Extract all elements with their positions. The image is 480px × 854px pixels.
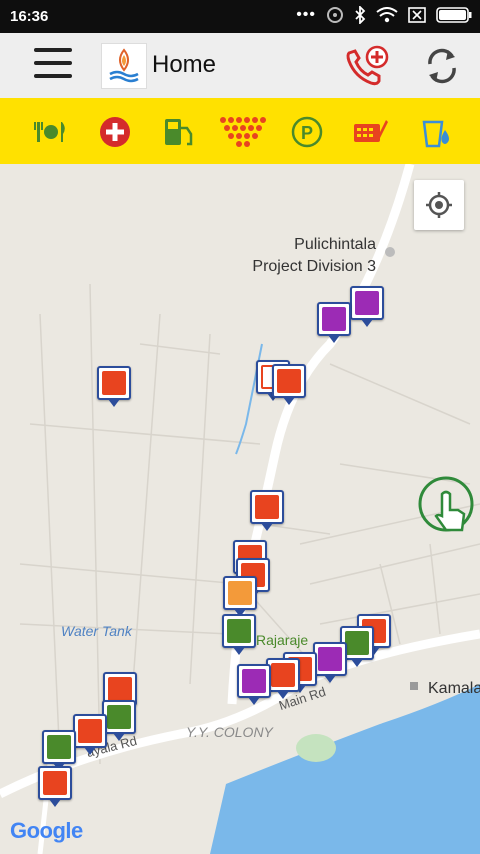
map-pin-atm[interactable] (250, 490, 284, 531)
map-label-yy-colony: Y.Y. COLONY (186, 724, 273, 740)
crosshair-icon (426, 192, 452, 218)
refresh-icon[interactable] (422, 46, 462, 86)
map-pin-atm[interactable] (38, 766, 72, 807)
atm-category[interactable] (352, 114, 388, 150)
map-label-kamala: Kamala (428, 680, 480, 697)
no-sim-icon (408, 7, 426, 23)
status-icons: ••• (296, 6, 472, 24)
status-bar: 16:36 ••• (0, 0, 480, 33)
page-title: Home (152, 51, 217, 78)
my-location-button[interactable] (414, 180, 464, 230)
svg-text:P: P (301, 123, 313, 143)
map-pin-hospital[interactable] (97, 366, 131, 407)
map-pin-car[interactable] (42, 730, 76, 771)
menu-icon[interactable] (34, 48, 72, 82)
battery-icon (436, 7, 472, 23)
map-pin-atm[interactable] (73, 714, 107, 755)
map-pin-building[interactable] (223, 576, 257, 617)
map-label-rajaraje: Rajaraje (256, 632, 309, 648)
map-pin-car[interactable] (102, 700, 136, 741)
map-pin-fuel[interactable] (222, 614, 256, 655)
hotspot-icon (327, 7, 343, 23)
touch-gesture-icon (418, 476, 474, 532)
water-category[interactable] (418, 114, 454, 150)
dots-category[interactable] (219, 114, 267, 150)
category-bar: P (0, 98, 480, 164)
fuel-category[interactable] (161, 114, 197, 150)
map-label-pulichintala: Pulichintala Project Division 3 (252, 236, 376, 275)
map-pin-restaurant[interactable] (350, 286, 384, 327)
map-view[interactable]: Pulichintala Project Division 3 Water Ta… (0, 164, 480, 854)
map-pin-restaurant[interactable] (313, 642, 347, 683)
restaurant-category[interactable] (33, 114, 69, 150)
map-pin-atm[interactable] (272, 364, 306, 405)
more-dots-icon: ••• (296, 6, 316, 23)
emergency-call-icon[interactable] (343, 45, 391, 87)
map-pin-restaurant[interactable] (237, 664, 271, 705)
map-pin-atm[interactable] (266, 658, 300, 699)
parking-category[interactable]: P (289, 114, 325, 150)
map-pin-restaurant[interactable] (317, 302, 351, 343)
wifi-icon (376, 7, 398, 23)
map-label-water-tank: Water Tank (61, 623, 132, 639)
bluetooth-icon (355, 6, 366, 24)
app-bar: Home (0, 33, 480, 99)
status-time: 16:36 (10, 8, 49, 25)
app-logo (101, 43, 147, 89)
hospital-category[interactable] (97, 114, 133, 150)
google-logo: Google (10, 818, 83, 843)
